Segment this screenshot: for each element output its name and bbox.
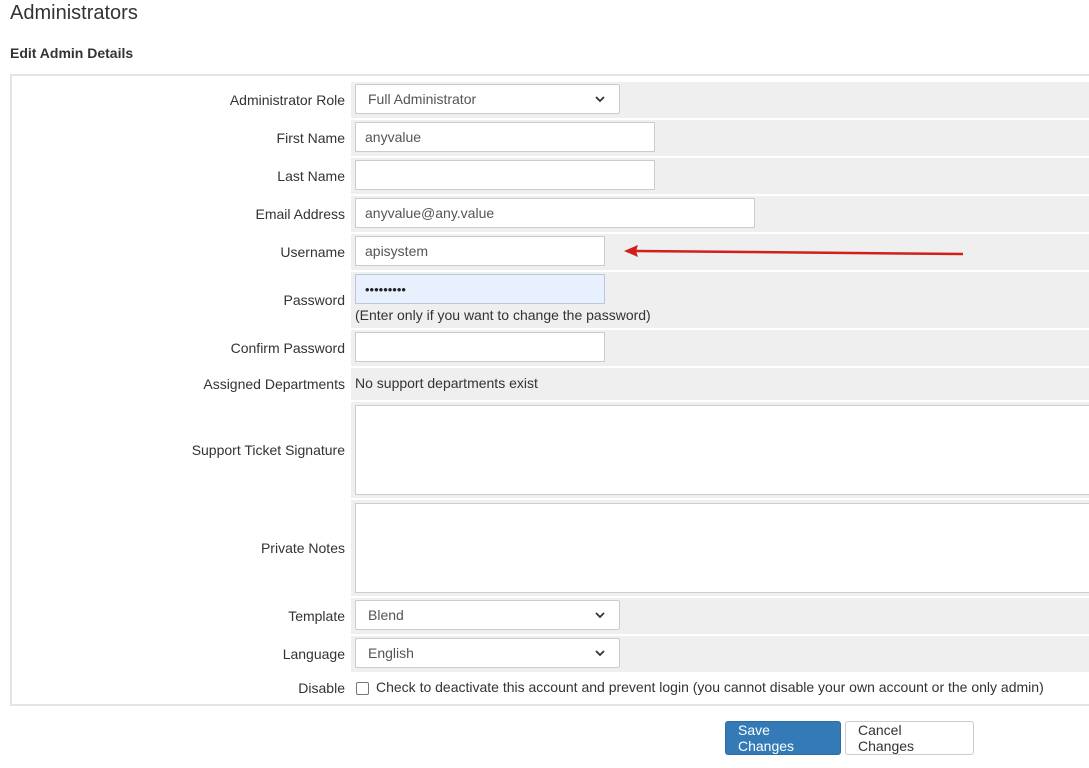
row-confirm-password: Confirm Password xyxy=(12,330,1089,366)
chevron-down-icon xyxy=(595,612,605,619)
username-label: Username xyxy=(280,244,345,260)
row-signature: Support Ticket Signature xyxy=(12,402,1089,498)
first-name-input[interactable]: anyvalue xyxy=(355,122,655,152)
admin-role-label: Administrator Role xyxy=(229,92,345,108)
template-value: Blend xyxy=(368,607,404,623)
notes-textarea[interactable] xyxy=(355,503,1089,593)
language-select[interactable]: English xyxy=(355,638,620,668)
row-last-name: Last Name xyxy=(12,158,1089,194)
chevron-down-icon xyxy=(595,96,605,103)
annotation-arrow-icon xyxy=(624,245,964,257)
password-input[interactable]: ••••••••• xyxy=(355,274,605,304)
page-title: Administrators xyxy=(10,2,138,24)
chevron-down-icon xyxy=(595,650,605,657)
signature-textarea[interactable] xyxy=(355,405,1089,495)
language-label: Language xyxy=(282,646,345,662)
row-disable: Disable Check to deactivate this account… xyxy=(12,674,1089,702)
first-name-label: First Name xyxy=(276,130,345,146)
disable-checkbox[interactable] xyxy=(356,682,369,695)
section-title: Edit Admin Details xyxy=(10,45,134,61)
notes-label: Private Notes xyxy=(260,540,345,556)
last-name-input[interactable] xyxy=(355,160,655,190)
row-template: Template Blend xyxy=(12,598,1089,634)
row-notes: Private Notes xyxy=(12,500,1089,596)
departments-value: No support departments exist xyxy=(355,375,538,391)
save-changes-button[interactable]: Save Changes xyxy=(725,721,841,755)
row-language: Language English xyxy=(12,636,1089,672)
password-help-text: (Enter only if you want to change the pa… xyxy=(355,307,651,323)
row-admin-role: Administrator Role Full Administrator xyxy=(12,82,1089,118)
row-departments: Assigned Departments No support departme… xyxy=(12,368,1089,400)
email-input[interactable]: anyvalue@any.value xyxy=(355,198,755,228)
confirm-password-input[interactable] xyxy=(355,332,605,362)
admin-role-select[interactable]: Full Administrator xyxy=(355,84,620,114)
confirm-password-label: Confirm Password xyxy=(230,340,345,356)
row-first-name: First Name anyvalue xyxy=(12,120,1089,156)
template-label: Template xyxy=(288,608,345,624)
cancel-changes-button[interactable]: Cancel Changes xyxy=(845,721,974,755)
username-input[interactable]: apisystem xyxy=(355,236,605,266)
admin-role-value: Full Administrator xyxy=(368,91,477,107)
password-label: Password xyxy=(283,292,345,308)
disable-label: Disable xyxy=(298,680,345,696)
email-label: Email Address xyxy=(255,206,345,222)
edit-admin-form: Administrator Role Full Administrator Fi… xyxy=(10,74,1089,706)
row-email: Email Address anyvalue@any.value xyxy=(12,196,1089,232)
language-value: English xyxy=(368,645,414,661)
template-select[interactable]: Blend xyxy=(355,600,620,630)
departments-label: Assigned Departments xyxy=(203,376,345,392)
disable-checkbox-text: Check to deactivate this account and pre… xyxy=(376,679,1044,695)
row-password: Password ••••••••• (Enter only if you wa… xyxy=(12,272,1089,328)
last-name-label: Last Name xyxy=(277,168,345,184)
signature-label: Support Ticket Signature xyxy=(191,442,345,458)
